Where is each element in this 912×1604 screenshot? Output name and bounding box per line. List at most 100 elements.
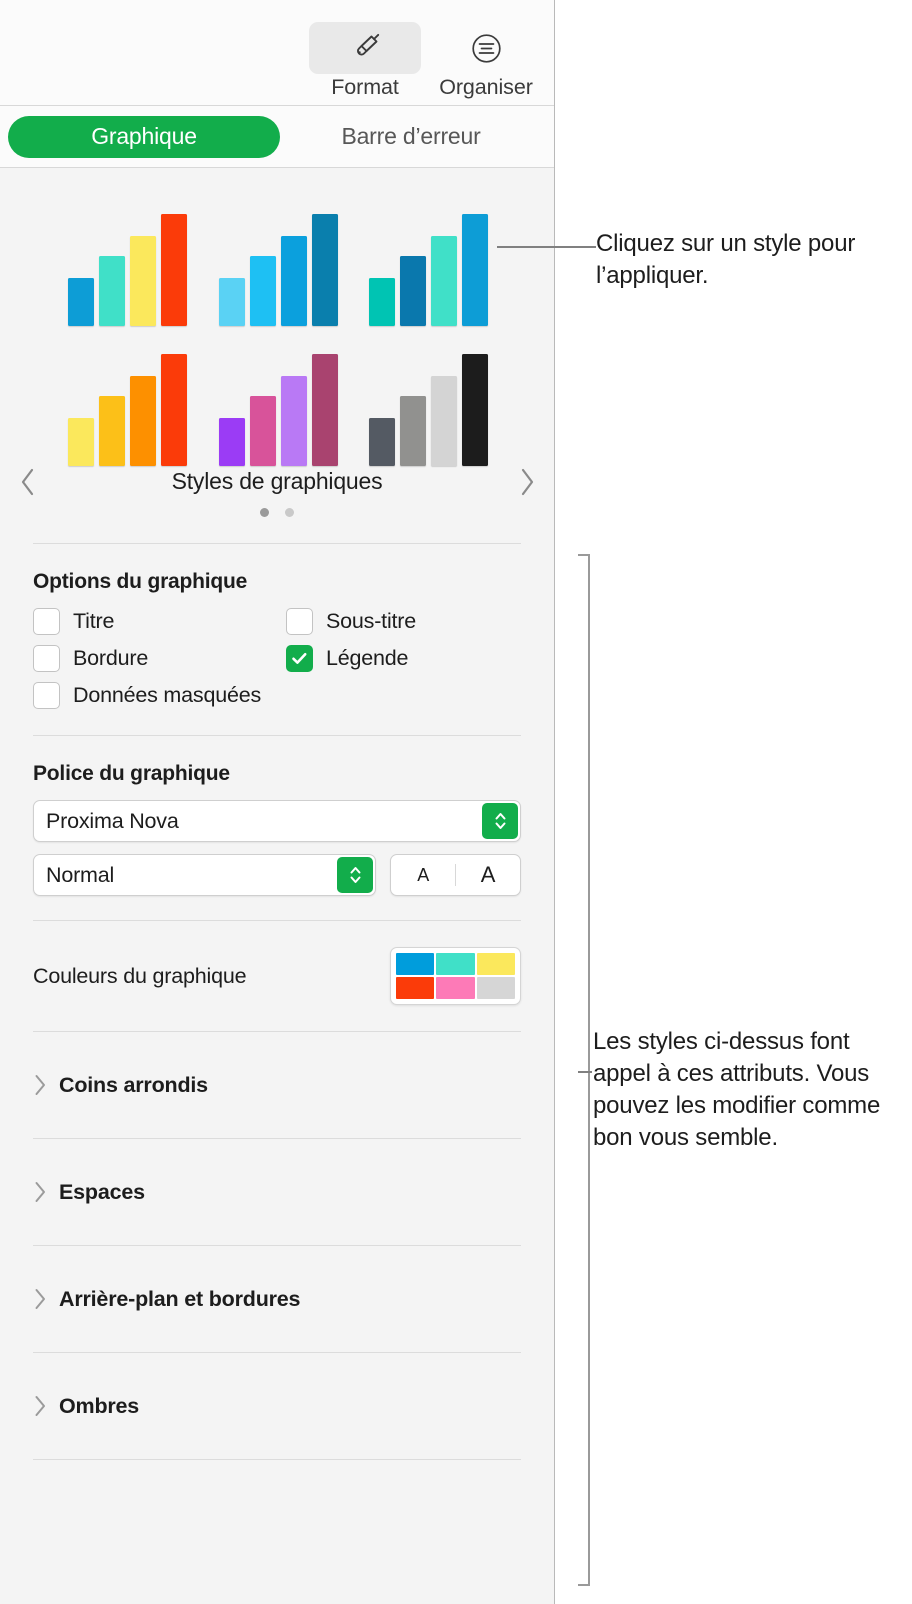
- chart-colors-label: Couleurs du graphique: [33, 963, 247, 988]
- chart-options-section: Options du graphique Titre Sous-titre Bord…: [0, 544, 554, 735]
- chevron-right-icon[interactable]: [33, 1073, 59, 1097]
- thumbnail-bars: [361, 206, 500, 326]
- checkbox-label-donnees-masquees: Données masquées: [73, 683, 262, 707]
- thumbnail-bar: [130, 376, 156, 466]
- thumbnail-bar: [462, 214, 489, 326]
- disclosure-label-coins-arrondis: Coins arrondis: [59, 1072, 208, 1097]
- gallery-page-dot-2[interactable]: [285, 508, 294, 517]
- thumbnail-bars: [211, 206, 350, 326]
- callout-bracket: [578, 554, 590, 1586]
- font-style-value: Normal: [46, 862, 115, 887]
- color-swatch-6: [476, 977, 515, 999]
- gallery-page-dot-1[interactable]: [260, 508, 269, 517]
- format-inspector-panel: Format Organiser Graphique Barre d’erreu…: [0, 0, 555, 1604]
- chart-style-thumbnail-6[interactable]: [361, 336, 500, 476]
- tab-graphique[interactable]: Graphique: [8, 115, 280, 158]
- checkbox-legende[interactable]: [286, 645, 313, 672]
- gallery-title: Styles de graphiques: [171, 468, 383, 494]
- checkbox-bordure[interactable]: [33, 645, 60, 672]
- thumbnail-bar: [280, 236, 307, 326]
- inspector-toolbar: Format Organiser: [0, 0, 554, 106]
- disclosure-row-coins-arrondis[interactable]: Coins arrondis: [0, 1032, 554, 1138]
- chart-style-thumbnail-1[interactable]: [60, 196, 199, 336]
- paintbrush-icon: [309, 22, 421, 74]
- chart-colors-swatch-button[interactable]: [390, 947, 521, 1005]
- thumbnail-bar: [311, 214, 338, 326]
- chart-options-title: Options du graphique: [33, 570, 248, 593]
- thumbnail-bars: [60, 206, 199, 326]
- chart-style-thumbnails: [60, 196, 500, 476]
- chart-style-thumbnail-5[interactable]: [211, 336, 350, 476]
- thumbnail-bar: [431, 236, 458, 326]
- arrange-icon: [430, 22, 542, 74]
- checkbox-row-donnees-masquees[interactable]: Données masquées: [33, 682, 286, 709]
- thumbnail-bars: [211, 346, 350, 466]
- checkbox-titre[interactable]: [33, 608, 60, 635]
- thumbnail-bar: [249, 256, 276, 326]
- chevron-right-icon[interactable]: [33, 1394, 59, 1418]
- divider: [33, 1459, 521, 1460]
- font-family-value: Proxima Nova: [46, 808, 179, 833]
- disclosure-row-ombres[interactable]: Ombres: [0, 1353, 554, 1459]
- thumbnail-bar: [99, 396, 125, 466]
- checkbox-row-sous-titre[interactable]: Sous-titre: [286, 608, 521, 635]
- thumbnail-bar: [400, 396, 427, 466]
- increase-font-size-button[interactable]: A: [456, 855, 520, 895]
- thumbnail-bar: [369, 278, 396, 326]
- color-swatch-4: [396, 977, 435, 999]
- chevron-updown-icon[interactable]: [482, 803, 518, 839]
- organiser-tool-label: Organiser: [439, 75, 533, 99]
- chart-font-title: Police du graphique: [33, 762, 230, 785]
- thumbnail-bar: [68, 418, 94, 466]
- thumbnail-bar: [431, 376, 458, 466]
- callout-styles-text: Cliquez sur un style pour l’appliquer.: [596, 230, 856, 289]
- disclosure-label-espaces: Espaces: [59, 1179, 145, 1204]
- color-swatch-5: [436, 977, 475, 999]
- thumbnail-bar: [130, 236, 156, 326]
- checkbox-donnees-masquees[interactable]: [33, 682, 60, 709]
- thumbnail-bar: [161, 354, 187, 466]
- format-tool-label: Format: [331, 75, 399, 99]
- checkbox-row-bordure[interactable]: Bordure: [33, 645, 286, 672]
- checkbox-row-legende[interactable]: Légende: [286, 645, 521, 672]
- thumbnail-bar: [311, 354, 338, 466]
- tab-barre-erreur[interactable]: Barre d’erreur: [283, 116, 539, 158]
- chart-font-section: Police du graphique Proxima Nova Normal …: [0, 736, 554, 920]
- checkbox-label-sous-titre: Sous-titre: [326, 609, 417, 633]
- thumbnail-bar: [68, 278, 94, 326]
- disclosure-row-arriere-plan-bordures[interactable]: Arrière-plan et bordures: [0, 1246, 554, 1352]
- callout-leader-line: [497, 246, 596, 248]
- chart-style-thumbnail-3[interactable]: [361, 196, 500, 336]
- bracket-vertical-line: [588, 554, 590, 1586]
- color-swatch-2: [436, 953, 475, 975]
- thumbnail-bar: [280, 376, 307, 466]
- thumbnail-bar: [400, 256, 427, 326]
- chevron-right-icon[interactable]: [33, 1287, 59, 1311]
- chevron-right-icon[interactable]: [33, 1180, 59, 1204]
- checkbox-label-bordure: Bordure: [73, 646, 149, 670]
- checkbox-row-titre[interactable]: Titre: [33, 608, 286, 635]
- font-size-button-group: A A: [390, 854, 521, 896]
- chart-style-thumbnail-4[interactable]: [60, 336, 199, 476]
- gallery-page-dots: [0, 508, 554, 517]
- format-tool-button[interactable]: Format: [309, 22, 421, 100]
- disclosure-sections: Coins arrondis Espaces Arrière-plan et bor…: [0, 1032, 554, 1460]
- decrease-font-size-button[interactable]: A: [391, 855, 455, 895]
- thumbnail-bar: [99, 256, 125, 326]
- chart-style-thumbnail-2[interactable]: [211, 196, 350, 336]
- chevron-updown-icon[interactable]: [337, 857, 374, 893]
- chart-styles-gallery: Styles de graphiques: [0, 168, 554, 543]
- thumbnail-bar: [369, 418, 396, 466]
- inspector-tab-bar: Graphique Barre d’erreur: [0, 106, 554, 168]
- chart-colors-section: Couleurs du graphique: [0, 921, 554, 1031]
- thumbnail-bar: [161, 214, 187, 326]
- checkbox-sous-titre[interactable]: [286, 608, 313, 635]
- checkbox-label-legende: Légende: [326, 646, 409, 670]
- callout-leader-line: [578, 1071, 592, 1073]
- disclosure-row-espaces[interactable]: Espaces: [0, 1139, 554, 1245]
- callout-attributes-text: Les styles ci-dessus font appel à ces at…: [593, 1028, 881, 1151]
- font-family-select[interactable]: Proxima Nova: [33, 800, 521, 842]
- organiser-tool-button[interactable]: Organiser: [430, 22, 542, 100]
- font-style-select[interactable]: Normal: [33, 854, 377, 896]
- color-swatch-1: [396, 953, 435, 975]
